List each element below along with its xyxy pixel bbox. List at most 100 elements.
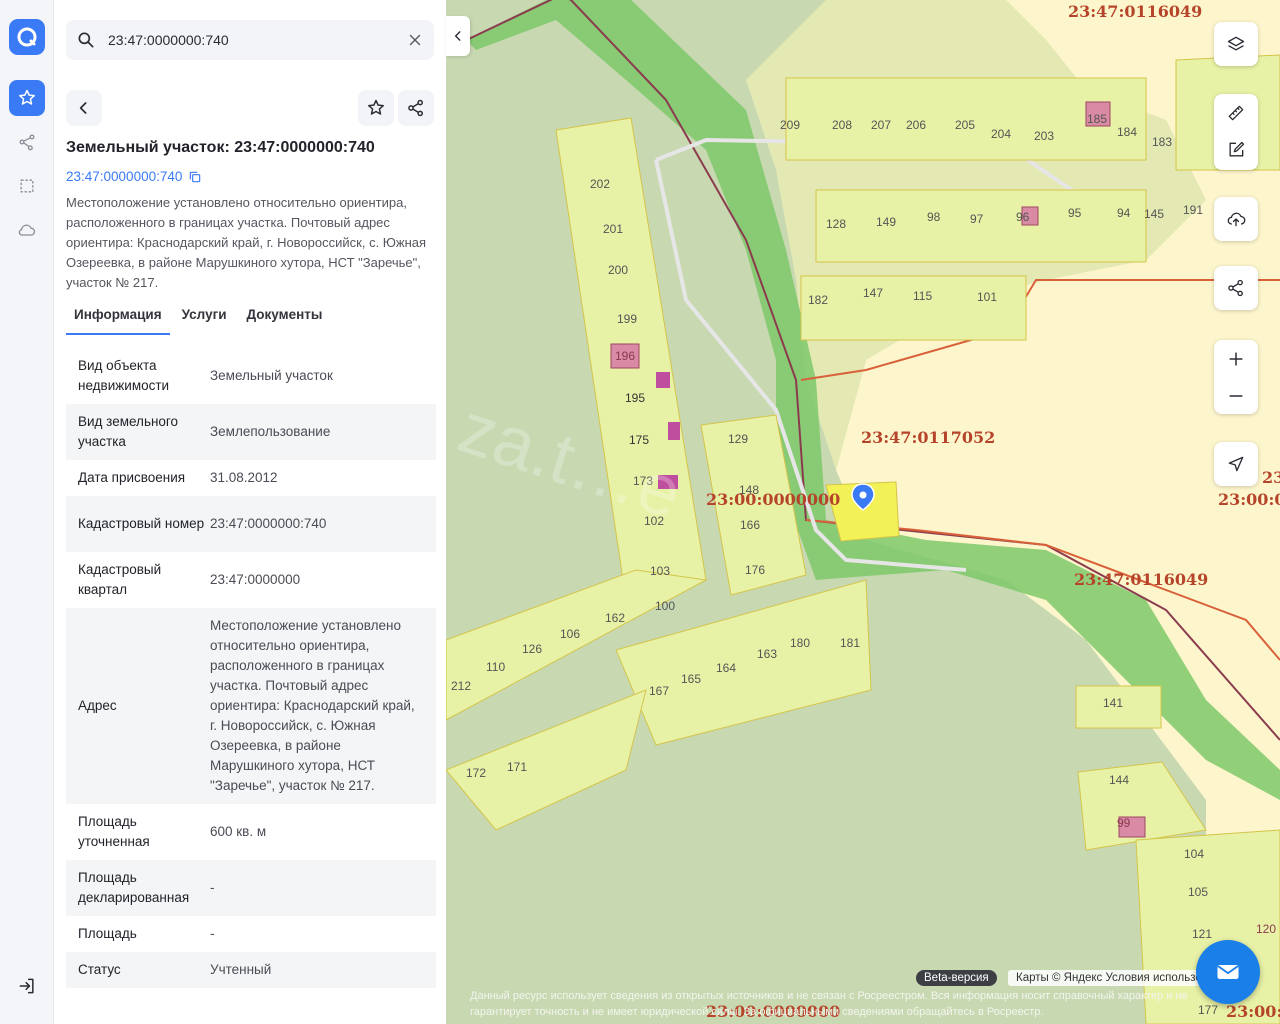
parcel-label: 103 — [650, 564, 671, 578]
parcel-label: 162 — [605, 611, 626, 625]
edit-button[interactable] — [1214, 131, 1258, 168]
parcel-label: 166 — [740, 518, 761, 532]
ruler-button[interactable] — [1214, 94, 1258, 131]
tab-information[interactable]: Информация — [66, 304, 170, 335]
back-button[interactable] — [66, 90, 102, 126]
favorites-icon[interactable] — [9, 80, 45, 116]
row-key: Площадь уточненная — [78, 814, 150, 849]
parcel-label: 163 — [757, 647, 778, 661]
row-value: - — [210, 926, 215, 941]
row-value: Учтенный — [210, 962, 272, 977]
quarter-label: 23:47:0116049 — [1074, 570, 1209, 589]
parcel-label: 106 — [560, 627, 581, 641]
parcel-label: 98 — [927, 210, 941, 224]
object-panel: 23:47:0000000:740 Земельный участок: 23:… — [54, 0, 446, 1024]
parcel-label: 141 — [1103, 696, 1124, 710]
search-input[interactable]: 23:47:0000000:740 — [108, 32, 406, 48]
tab-bar: Информация Услуги Документы — [66, 304, 436, 336]
table-row: Площадь - — [66, 916, 436, 952]
table-row: Площадь декларированная - — [66, 860, 436, 916]
tab-services[interactable]: Услуги — [174, 304, 235, 335]
zoom-controls — [1214, 340, 1258, 414]
ruler-icon — [1228, 105, 1244, 120]
map-attribution[interactable]: Карты © Яндекс Условия использования — [1008, 970, 1228, 986]
locate-button[interactable] — [1214, 442, 1258, 486]
search-icon — [78, 32, 94, 48]
parcel-label: 126 — [522, 642, 543, 656]
parcel-label: 182 — [808, 293, 829, 307]
parcel-label: 104 — [1184, 847, 1205, 861]
parcel-label: 115 — [913, 289, 933, 303]
parcel-label: 195 — [625, 391, 646, 405]
parcel-label: 209 — [780, 118, 801, 132]
parcel-label: 129 — [728, 432, 749, 446]
copy-icon[interactable] — [188, 170, 202, 184]
parcel-label: 147 — [863, 286, 884, 300]
zoom-in-button[interactable] — [1214, 340, 1258, 377]
quarter-label: 23:00:0 — [1218, 490, 1280, 509]
parcel-label: 171 — [507, 760, 528, 774]
row-value: 600 кв. м — [210, 824, 267, 839]
left-rail — [0, 0, 54, 1024]
share-button[interactable] — [398, 90, 434, 126]
minus-icon — [1229, 394, 1243, 397]
cloud-icon[interactable] — [9, 212, 45, 248]
parcel-label: 144 — [1109, 773, 1130, 787]
disclaimer-text: Данный ресурс использует сведения из отк… — [470, 990, 1188, 1018]
parcel-label: 191 — [1183, 203, 1204, 217]
parcel-label: 199 — [617, 312, 638, 326]
table-row: Статус Учтенный — [66, 952, 436, 988]
parcel-label: 183 — [1152, 135, 1173, 149]
cadastral-number-link[interactable]: 23:47:0000000:740 — [66, 169, 202, 184]
row-key: Вид объекта недвижимости — [78, 358, 170, 393]
star-icon — [368, 99, 384, 115]
map-canvas[interactable]: 23:47:0116049 23:47:0117052 23:00:000000… — [446, 0, 1280, 1024]
search-bar[interactable]: 23:47:0000000:740 — [66, 20, 434, 60]
row-key: Площадь декларированная — [78, 870, 190, 905]
login-icon[interactable] — [9, 968, 45, 1004]
row-key: Кадастровый квартал — [78, 562, 162, 597]
parcel-label: 99 — [1117, 816, 1131, 830]
clear-icon[interactable] — [406, 31, 424, 49]
parcel-label: 185 — [1087, 112, 1108, 126]
select-area-icon[interactable] — [9, 168, 45, 204]
zoom-out-button[interactable] — [1214, 377, 1258, 414]
cloud-upload-icon — [1227, 212, 1246, 227]
app-logo[interactable] — [9, 19, 45, 55]
parcel-label: 184 — [1117, 125, 1138, 139]
parcel-label: 121 — [1192, 927, 1213, 941]
row-key: Статус — [78, 962, 121, 977]
routes-icon[interactable] — [9, 124, 45, 160]
cadastral-number-text[interactable]: 23:47:0000000:740 — [66, 169, 182, 184]
message-button[interactable] — [1196, 940, 1260, 1004]
parcel-label: 176 — [745, 563, 766, 577]
favorite-button[interactable] — [358, 90, 394, 126]
parcel-label: 202 — [590, 177, 611, 191]
edit-icon — [1229, 141, 1245, 156]
map-share-button[interactable] — [1214, 266, 1258, 310]
row-key: Площадь — [78, 926, 137, 941]
collapse-panel-button[interactable] — [446, 16, 470, 56]
row-value: 23:47:0000000:740 — [210, 516, 327, 531]
parcel-label: 212 — [451, 679, 472, 693]
parcel-label: 196 — [615, 349, 636, 363]
quarter-label: 23:00:0 — [1262, 468, 1280, 487]
parcel-label: 101 — [977, 290, 998, 304]
parcel-label: 180 — [790, 636, 811, 650]
row-value: Земельный участок — [210, 368, 333, 383]
layers-button[interactable] — [1214, 22, 1258, 66]
parcel-label: 181 — [840, 636, 861, 650]
upload-button[interactable] — [1214, 197, 1258, 241]
mail-icon — [1217, 965, 1239, 979]
row-value: 23:47:0000000 — [210, 572, 301, 587]
parcel-label: 94 — [1117, 206, 1131, 220]
quarter-label: 23:00:0000000 — [1226, 1002, 1280, 1021]
plus-icon — [1229, 351, 1243, 366]
parcel-label: 128 — [826, 217, 847, 231]
quarter-label: 23:00:0000000 — [706, 490, 841, 509]
tab-documents[interactable]: Документы — [239, 304, 331, 335]
chevron-left-icon — [454, 31, 461, 41]
share-icon — [408, 99, 423, 117]
parcel-label: 205 — [955, 118, 976, 132]
row-value: 31.08.2012 — [210, 470, 278, 485]
